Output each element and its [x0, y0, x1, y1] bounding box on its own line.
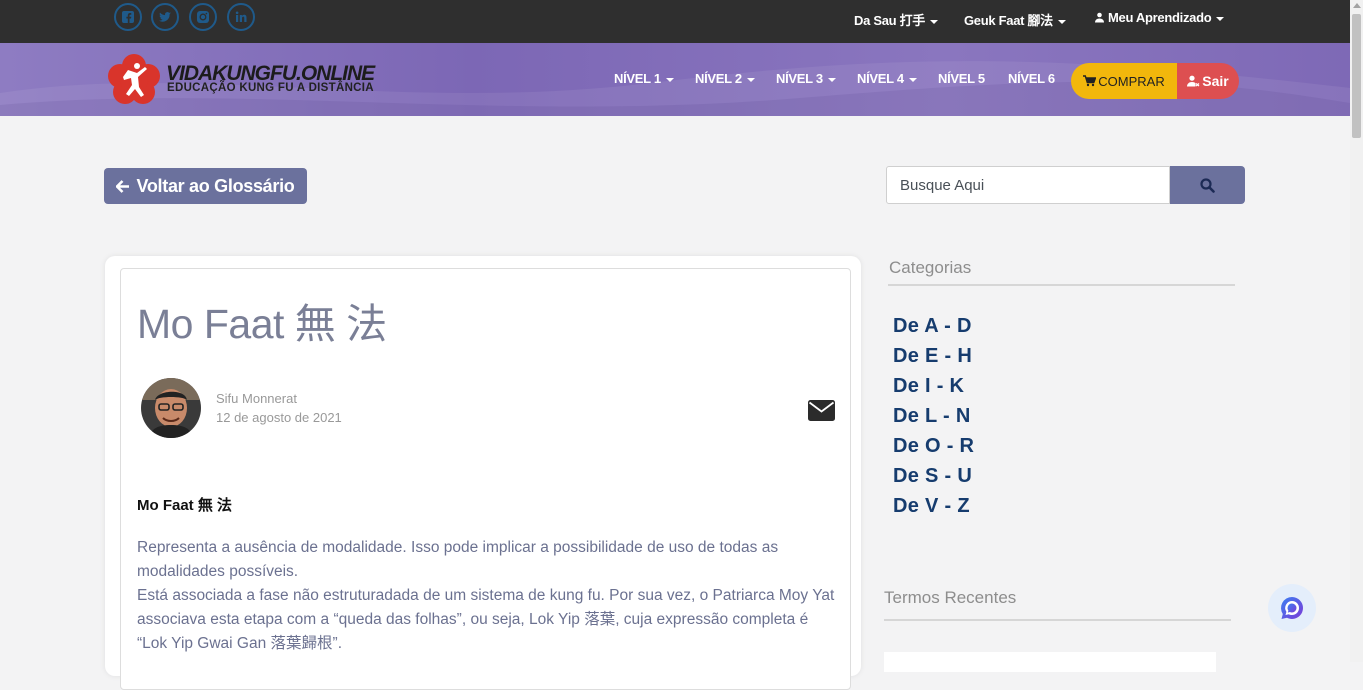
user-logout-icon — [1187, 75, 1200, 87]
category-link[interactable]: De V - Z — [893, 495, 970, 518]
nav-nivel-3[interactable]: NÍVEL 3 — [776, 71, 836, 86]
category-link[interactable]: De L - N — [893, 405, 971, 428]
logo-subtitle: EDUCAÇÃO KUNG FU A DISTÂNCIA — [167, 82, 374, 94]
menu-label: Meu Aprendizado — [1108, 10, 1212, 25]
nav-label: NÍVEL 1 — [614, 71, 661, 86]
menu-meu-aprendizado[interactable]: Meu Aprendizado — [1094, 10, 1225, 25]
divider — [884, 619, 1231, 621]
category-link[interactable]: De I - K — [893, 375, 964, 398]
chat-widget-button[interactable] — [1268, 584, 1316, 632]
menu-geuk-faat[interactable]: Geuk Faat 腳法 — [964, 10, 1066, 29]
facebook-icon[interactable] — [114, 3, 142, 31]
recent-terms-title: Termos Recentes — [884, 588, 1017, 607]
scroll-up-arrow-icon[interactable] — [1353, 3, 1361, 8]
nav-nivel-1[interactable]: NÍVEL 1 — [614, 71, 674, 86]
divider — [888, 284, 1235, 286]
caret-down-icon — [746, 77, 755, 82]
logo-icon[interactable] — [106, 52, 162, 108]
nav-nivel-6[interactable]: NÍVEL 6 — [1008, 71, 1055, 86]
nav-nivel-4[interactable]: NÍVEL 4 — [857, 71, 917, 86]
menu-label: Da Sau 打手 — [854, 13, 925, 28]
nav-label: NÍVEL 6 — [1008, 71, 1055, 86]
post-title: Mo Faat 無 法 — [137, 301, 387, 347]
caret-down-icon — [1216, 16, 1225, 21]
category-link[interactable]: De E - H — [893, 345, 972, 368]
nav-label: NÍVEL 3 — [776, 71, 823, 86]
caret-down-icon — [665, 77, 674, 82]
caret-down-icon — [827, 77, 836, 82]
caret-down-icon — [929, 19, 938, 24]
content-paragraph: Representa a ausência de modalidade. Iss… — [137, 539, 779, 580]
back-button-label: Voltar ao Glossário — [136, 175, 295, 196]
nav-label: NÍVEL 4 — [857, 71, 904, 86]
search-input[interactable] — [886, 166, 1170, 204]
nav-label: NÍVEL 5 — [938, 71, 985, 86]
category-link[interactable]: De A - D — [893, 315, 972, 338]
twitter-icon[interactable] — [151, 3, 179, 31]
mail-icon[interactable] — [808, 400, 835, 421]
cart-icon — [1083, 75, 1097, 87]
scrollbar-thumb[interactable] — [1352, 14, 1361, 138]
content-body: Representa a ausência de modalidade. Iss… — [137, 536, 837, 656]
arrow-left-icon — [116, 179, 130, 193]
sair-button[interactable]: Sair — [1177, 63, 1239, 99]
sair-label: Sair — [1202, 73, 1229, 89]
instagram-icon[interactable] — [189, 3, 217, 31]
chat-bubble-icon — [1281, 597, 1303, 619]
comprar-label: COMPRAR — [1098, 73, 1165, 89]
categories-title: Categorias — [889, 258, 972, 277]
linkedin-icon[interactable] — [227, 3, 255, 31]
author-name[interactable]: Sifu Monnerat — [216, 391, 297, 406]
menu-da-sau[interactable]: Da Sau 打手 — [854, 10, 938, 29]
content-paragraph: Está associada a fase não estruturadada … — [137, 587, 835, 652]
user-icon — [1095, 12, 1104, 23]
nav-nivel-5[interactable]: NÍVEL 5 — [938, 71, 985, 86]
caret-down-icon — [908, 77, 917, 82]
recent-terms-box — [884, 652, 1216, 672]
nav-nivel-2[interactable]: NÍVEL 2 — [695, 71, 755, 86]
content-heading: Mo Faat 無 法 — [137, 497, 233, 514]
category-link[interactable]: De S - U — [893, 465, 972, 488]
search-button[interactable] — [1170, 166, 1245, 204]
post-date: 12 de agosto de 2021 — [216, 410, 342, 425]
caret-down-icon — [1057, 19, 1066, 24]
menu-label: Geuk Faat 腳法 — [964, 13, 1053, 28]
search-icon — [1200, 177, 1215, 193]
back-to-glossary-button[interactable]: Voltar ao Glossário — [104, 168, 307, 204]
nav-label: NÍVEL 2 — [695, 71, 742, 86]
author-avatar — [141, 378, 201, 438]
comprar-button[interactable]: COMPRAR — [1071, 63, 1177, 99]
category-link[interactable]: De O - R — [893, 435, 974, 458]
